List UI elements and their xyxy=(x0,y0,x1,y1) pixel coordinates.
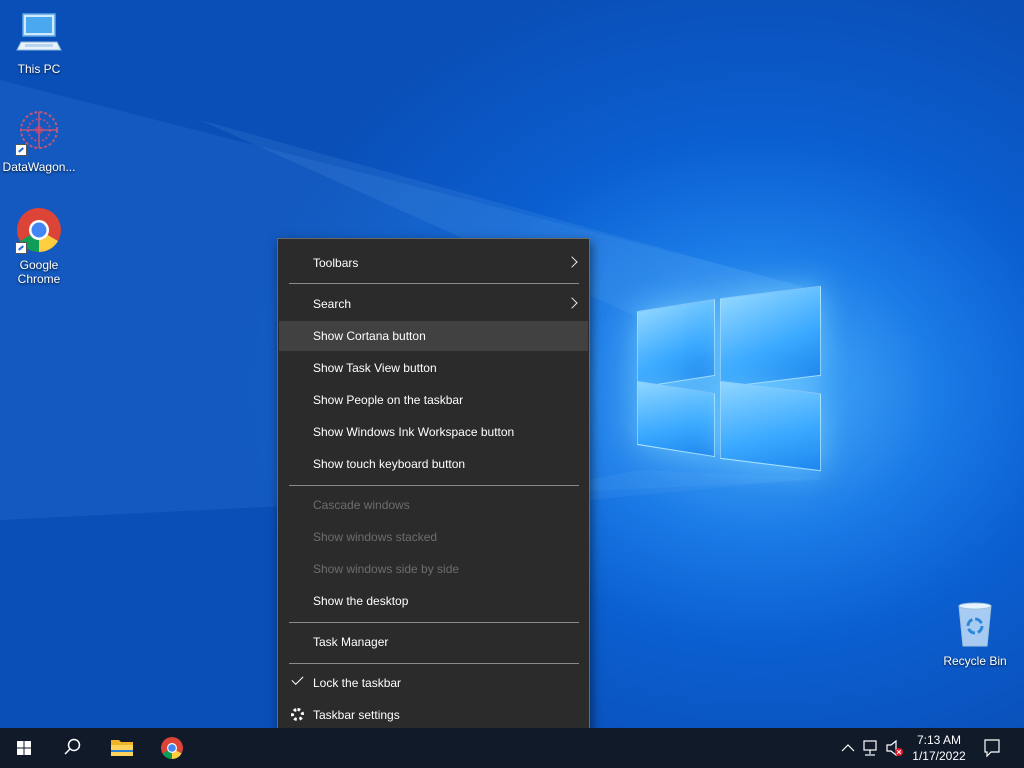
menu-separator xyxy=(289,663,579,664)
start-button[interactable] xyxy=(0,728,48,768)
menu-item-label: Taskbar settings xyxy=(313,708,400,722)
menu-item-label: Cascade windows xyxy=(313,498,410,512)
menu-item-show-windows-stacked: Show windows stacked xyxy=(279,522,588,552)
menu-item-label: Show Windows Ink Workspace button xyxy=(313,425,515,439)
action-center-button[interactable] xyxy=(976,728,1008,768)
file-explorer-button[interactable] xyxy=(98,728,146,768)
menu-item-label: Show the desktop xyxy=(313,594,409,608)
file-explorer-icon xyxy=(111,740,133,756)
volume-muted-icon xyxy=(886,739,903,757)
network-icon xyxy=(863,740,877,756)
start-icon xyxy=(17,741,31,755)
desktop-icon-label: DataWagon... xyxy=(2,160,76,174)
recycle-bin-icon xyxy=(951,602,999,650)
checkmark-icon xyxy=(291,672,304,686)
menu-item-label: Show People on the taskbar xyxy=(313,393,464,407)
menu-separator xyxy=(289,622,579,623)
windows-logo-pane xyxy=(720,380,821,472)
menu-item-show-task-view-button[interactable]: Show Task View button xyxy=(279,353,588,383)
windows-logo-pane xyxy=(720,285,821,389)
desktop-icon-label: Recycle Bin xyxy=(943,654,1007,668)
desktop-icon-datawagon[interactable]: DataWagon... xyxy=(1,108,77,174)
search-icon xyxy=(64,738,81,755)
menu-item-show-people[interactable]: Show People on the taskbar xyxy=(279,385,588,415)
shortcut-arrow-icon xyxy=(15,242,27,254)
menu-item-show-touch-keyboard[interactable]: Show touch keyboard button xyxy=(279,449,588,479)
computer-icon xyxy=(15,10,63,58)
chevron-right-icon xyxy=(566,297,578,309)
desktop-icon-recycle-bin[interactable]: Recycle Bin xyxy=(937,602,1013,668)
datawagon-icon xyxy=(15,108,63,156)
chevron-up-icon xyxy=(841,744,855,752)
menu-separator xyxy=(289,485,579,486)
search-button[interactable] xyxy=(48,728,96,768)
desktop-icon-google-chrome[interactable]: Google Chrome xyxy=(1,206,77,286)
menu-item-show-ink-workspace[interactable]: Show Windows Ink Workspace button xyxy=(279,417,588,447)
menu-item-show-windows-side-by-side: Show windows side by side xyxy=(279,554,588,584)
volume-button[interactable] xyxy=(884,728,906,768)
menu-item-show-cortana-button[interactable]: Show Cortana button xyxy=(279,321,588,351)
menu-separator xyxy=(289,283,579,284)
windows-logo-pane xyxy=(637,380,715,458)
menu-item-task-manager[interactable]: Task Manager xyxy=(279,627,588,657)
taskbar: 7:13 AM 1/17/2022 xyxy=(0,728,1024,768)
desktop-icon-this-pc[interactable]: This PC xyxy=(1,10,77,76)
menu-item-label: Show touch keyboard button xyxy=(313,457,466,471)
menu-item-show-the-desktop[interactable]: Show the desktop xyxy=(279,586,588,616)
menu-item-cascade-windows: Cascade windows xyxy=(279,490,588,520)
chrome-taskbar-button[interactable] xyxy=(148,728,196,768)
menu-item-label: Search xyxy=(313,297,352,311)
clock-date: 1/17/2022 xyxy=(912,749,966,763)
desktop-icon-label: Google Chrome xyxy=(17,258,61,286)
notification-icon xyxy=(984,739,1000,758)
network-button[interactable] xyxy=(860,728,882,768)
menu-item-label: Task Manager xyxy=(313,635,389,649)
taskbar-context-menu: Toolbars Search Show Cortana button Show… xyxy=(277,238,590,740)
menu-item-label: Toolbars xyxy=(313,256,359,270)
gear-icon xyxy=(291,708,304,721)
clock-time: 7:13 AM xyxy=(916,733,962,747)
menu-item-label: Show windows stacked xyxy=(313,530,438,544)
menu-item-search[interactable]: Search xyxy=(279,289,588,319)
menu-item-lock-the-taskbar[interactable]: Lock the taskbar xyxy=(279,668,588,698)
menu-item-label: Show Task View button xyxy=(313,361,437,375)
menu-item-toolbars[interactable]: Toolbars xyxy=(279,248,588,278)
system-clock[interactable]: 7:13 AM 1/17/2022 xyxy=(904,732,974,764)
menu-item-taskbar-settings[interactable]: Taskbar settings xyxy=(279,700,588,730)
show-hidden-icons-button[interactable] xyxy=(838,728,858,768)
windows-logo-pane xyxy=(637,298,715,389)
chevron-right-icon xyxy=(566,256,578,268)
chrome-icon xyxy=(161,737,183,759)
menu-item-label: Show windows side by side xyxy=(313,562,460,576)
menu-item-label: Lock the taskbar xyxy=(313,676,402,690)
chrome-icon xyxy=(15,206,63,254)
desktop-icon-label: This PC xyxy=(17,62,61,76)
menu-item-label: Show Cortana button xyxy=(313,329,426,343)
shortcut-arrow-icon xyxy=(15,144,27,156)
